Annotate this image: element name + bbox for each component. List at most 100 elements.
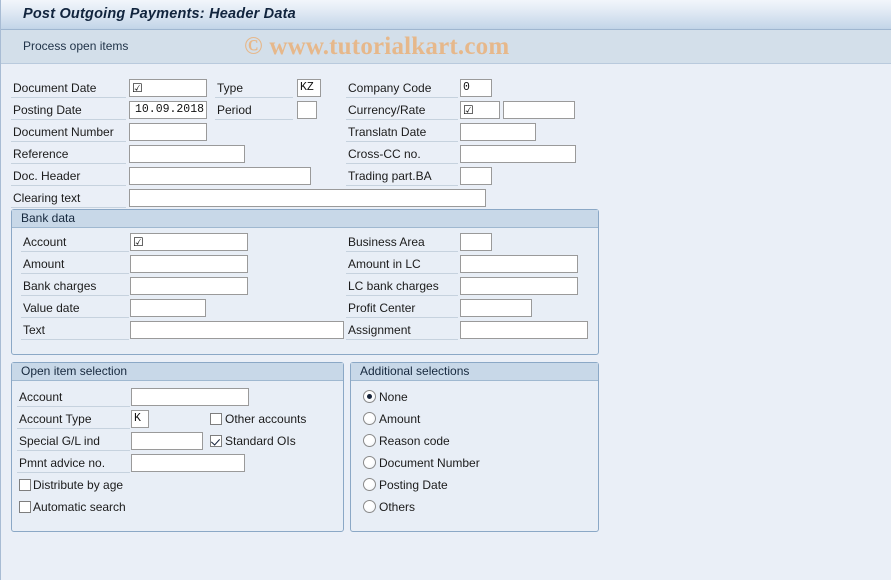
- toolbar: Process open items: [1, 30, 891, 64]
- clearing-text-input[interactable]: [129, 189, 486, 207]
- label-underline: [17, 450, 130, 451]
- document-date-input[interactable]: ☑: [129, 79, 207, 97]
- assignment-input[interactable]: [460, 321, 588, 339]
- label-underline: [346, 141, 458, 142]
- label-underline: [17, 472, 130, 473]
- open-item-selection-title: Open item selection: [21, 364, 128, 378]
- label-posting-date-option: Posting Date: [379, 478, 448, 492]
- label-amount-in-lc: Amount in LC: [348, 257, 421, 271]
- checkbox-automatic-search[interactable]: [19, 501, 31, 513]
- label-cross-cc-no: Cross-CC no.: [348, 147, 421, 161]
- label-automatic-search: Automatic search: [33, 500, 126, 514]
- radio-others[interactable]: [363, 500, 376, 513]
- label-distribute-by-age: Distribute by age: [33, 478, 124, 492]
- label-other-accounts: Other accounts: [225, 412, 307, 426]
- label-underline: [346, 119, 458, 120]
- checkbox-glyph-icon: ☑: [133, 235, 144, 249]
- label-underline: [215, 97, 293, 98]
- amount-in-lc-input[interactable]: [460, 255, 578, 273]
- radio-none[interactable]: [363, 390, 376, 403]
- label-underline: [21, 251, 129, 252]
- profit-center-input[interactable]: [460, 299, 532, 317]
- checkbox-standard-ois[interactable]: [210, 435, 222, 447]
- label-bank-charges: Bank charges: [23, 279, 97, 293]
- account-type-input[interactable]: K: [131, 410, 149, 428]
- label-profit-center: Profit Center: [348, 301, 416, 315]
- business-area-input[interactable]: [460, 233, 492, 251]
- bank-amount-input[interactable]: [130, 255, 248, 273]
- label-period: Period: [217, 103, 252, 117]
- company-code-input[interactable]: 0: [460, 79, 492, 97]
- special-gl-ind-input[interactable]: [131, 432, 203, 450]
- label-standard-ois: Standard OIs: [225, 434, 296, 448]
- label-account: Account: [23, 235, 67, 249]
- label-posting-date: Posting Date: [13, 103, 82, 117]
- open-item-selection-header: Open item selection: [12, 363, 343, 381]
- value-date-input[interactable]: [130, 299, 206, 317]
- label-underline: [215, 119, 293, 120]
- radio-reason-code[interactable]: [363, 434, 376, 447]
- label-underline: [21, 317, 129, 318]
- period-input[interactable]: [297, 101, 317, 119]
- label-underline: [346, 317, 458, 318]
- type-input[interactable]: KZ: [297, 79, 321, 97]
- label-underline: [11, 97, 126, 98]
- label-document-date: Document Date: [13, 81, 97, 95]
- lc-bank-charges-input[interactable]: [460, 277, 578, 295]
- label-clearing-text: Clearing text: [13, 191, 81, 205]
- posting-date-input[interactable]: 10.09.2018: [129, 101, 207, 119]
- currency-input[interactable]: ☑: [460, 101, 500, 119]
- label-underline: [346, 339, 458, 340]
- rate-input[interactable]: [503, 101, 575, 119]
- doc-header-input[interactable]: [129, 167, 311, 185]
- label-account-type: Account Type: [19, 412, 92, 426]
- label-none: None: [379, 390, 408, 404]
- label-company-code: Company Code: [348, 81, 432, 95]
- checkbox-other-accounts[interactable]: [210, 413, 222, 425]
- bank-data-panel-header: Bank data: [12, 210, 598, 228]
- label-text: Text: [23, 323, 46, 337]
- bank-charges-input[interactable]: [130, 277, 248, 295]
- oi-account-input[interactable]: [131, 388, 249, 406]
- checkbox-glyph-icon: ☑: [132, 81, 143, 95]
- label-underline: [21, 273, 129, 274]
- pmnt-advice-no-input[interactable]: [131, 454, 245, 472]
- translation-date-input[interactable]: [460, 123, 536, 141]
- reference-input[interactable]: [129, 145, 245, 163]
- bank-data-title: Bank data: [21, 211, 76, 225]
- process-open-items-label: Process open items: [23, 39, 129, 53]
- bank-text-input[interactable]: [130, 321, 344, 339]
- label-pmnt-advice-no: Pmnt advice no.: [19, 456, 106, 470]
- label-translation-date: Translatn Date: [348, 125, 427, 139]
- label-underline: [346, 185, 458, 186]
- bank-account-input[interactable]: ☑: [130, 233, 248, 251]
- label-business-area: Business Area: [348, 235, 425, 249]
- label-doc-header: Doc. Header: [13, 169, 81, 183]
- cross-cc-no-input[interactable]: [460, 145, 576, 163]
- label-underline: [346, 295, 458, 296]
- radio-amount[interactable]: [363, 412, 376, 425]
- label-underline: [11, 141, 126, 142]
- page-title: Post Outgoing Payments: Header Data: [23, 6, 296, 22]
- checkbox-distribute-by-age[interactable]: [19, 479, 31, 491]
- sap-transaction-window: Post Outgoing Payments: Header Data Proc…: [0, 0, 891, 580]
- label-underline: [11, 119, 126, 120]
- radio-document-number[interactable]: [363, 456, 376, 469]
- radio-posting-date[interactable]: [363, 478, 376, 491]
- label-special-gl-ind: Special G/L ind: [19, 434, 100, 448]
- label-underline: [11, 163, 126, 164]
- document-number-input[interactable]: [129, 123, 207, 141]
- trading-part-ba-input[interactable]: [460, 167, 492, 185]
- label-lc-bank-charges: LC bank charges: [348, 279, 439, 293]
- label-oi-account: Account: [19, 390, 63, 404]
- label-document-number-option: Document Number: [379, 456, 480, 470]
- label-underline: [346, 251, 458, 252]
- label-reason-code: Reason code: [379, 434, 450, 448]
- label-assignment: Assignment: [348, 323, 411, 337]
- label-reference: Reference: [13, 147, 69, 161]
- label-amount: Amount: [23, 257, 65, 271]
- label-underline: [17, 406, 130, 407]
- label-underline: [21, 339, 129, 340]
- label-underline: [346, 163, 458, 164]
- additional-selections-header: Additional selections: [351, 363, 598, 381]
